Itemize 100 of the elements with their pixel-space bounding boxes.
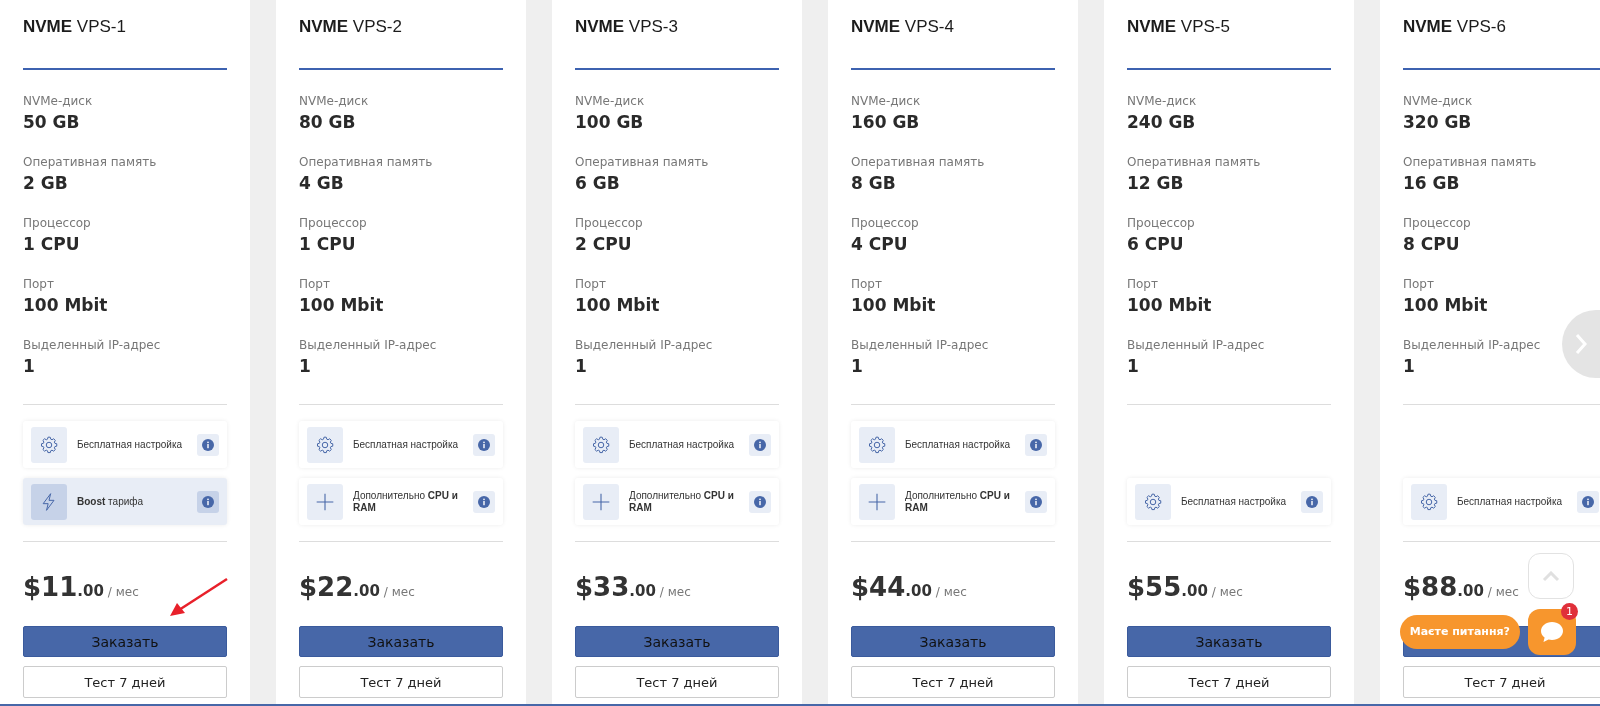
feature-label: Бесплатная настройка: [629, 438, 736, 451]
spec-label: Выделенный IP-адрес: [1403, 337, 1541, 354]
trial-button[interactable]: Тест 7 дней: [299, 666, 503, 698]
info-button[interactable]: [749, 490, 771, 513]
spec-label: Оперативная память: [851, 154, 985, 171]
spec-value: 100 GB: [575, 111, 644, 134]
price-cents: .00: [1457, 581, 1484, 602]
gear-icon: [315, 434, 335, 455]
spec-label: Выделенный IP-адрес: [23, 337, 161, 354]
plus-icon: [591, 491, 611, 512]
price-cents: .00: [77, 581, 104, 602]
info-icon: [1582, 495, 1594, 508]
info-icon: [478, 495, 490, 508]
gear-icon: [1143, 491, 1163, 512]
price-amount: $55: [1127, 572, 1182, 602]
price-period: / мес: [935, 584, 967, 601]
price-amount: $11: [23, 572, 78, 602]
price-cents: .00: [905, 581, 932, 602]
spec-value: 8 CPU: [1403, 233, 1460, 256]
spec-value: 1 CPU: [23, 233, 80, 256]
spec-value: 100 Mbit: [23, 294, 108, 317]
info-button[interactable]: [1025, 433, 1047, 456]
spec-label: Выделенный IP-адрес: [851, 337, 989, 354]
feature-label: Дополнительно CPU и RAM: [905, 489, 1011, 514]
spec-value: 1: [851, 355, 863, 378]
spec-label: Оперативная память: [299, 154, 433, 171]
spec-value: 240 GB: [1127, 111, 1196, 134]
info-icon: [1030, 438, 1042, 451]
spec-value: 80 GB: [299, 111, 356, 134]
spec-label: NVMe-диск: [299, 93, 369, 110]
info-button[interactable]: [749, 433, 771, 456]
info-button[interactable]: [197, 433, 219, 456]
info-button[interactable]: [197, 490, 219, 513]
feature-label: Дополнительно CPU и RAM: [629, 489, 735, 514]
chevron-up-icon: [1542, 570, 1560, 582]
trial-button[interactable]: Тест 7 дней: [1127, 666, 1331, 698]
info-button[interactable]: [1577, 490, 1599, 513]
plan-title: NVME VPS-5: [1127, 16, 1231, 38]
gear-icon: [1419, 491, 1439, 512]
spec-label: NVMe-диск: [851, 93, 921, 110]
info-button[interactable]: [473, 433, 495, 456]
info-icon: [478, 438, 490, 451]
spec-label: Порт: [1127, 276, 1158, 293]
spec-label: NVMe-диск: [1403, 93, 1473, 110]
spec-label: Порт: [851, 276, 882, 293]
spec-label: Процессор: [1127, 215, 1195, 232]
spec-label: Порт: [575, 276, 606, 293]
plan-title: NVME VPS-4: [851, 16, 955, 38]
spec-value: 6 CPU: [1127, 233, 1184, 256]
feature-label: Бесплатная настройка: [905, 438, 1012, 451]
spec-label: Процессор: [1403, 215, 1471, 232]
price-cents: .00: [353, 581, 380, 602]
gear-icon: [867, 434, 887, 455]
price-amount: $22: [299, 572, 354, 602]
feature-label: Бесплатная настройка: [353, 438, 460, 451]
spec-value: 100 Mbit: [575, 294, 660, 317]
price-amount: $44: [851, 572, 906, 602]
spec-value: 6 GB: [575, 172, 620, 195]
info-icon: [202, 438, 214, 451]
trial-button[interactable]: Тест 7 дней: [851, 666, 1055, 698]
spec-label: Процессор: [23, 215, 91, 232]
price-period: / мес: [107, 584, 139, 601]
trial-button[interactable]: Тест 7 дней: [1403, 666, 1600, 698]
price-cents: .00: [1181, 581, 1208, 602]
gear-icon: [591, 434, 611, 455]
spec-value: 4 CPU: [851, 233, 908, 256]
feature-label: Бесплатная настройка: [1181, 495, 1288, 508]
spec-value: 16 GB: [1403, 172, 1460, 195]
speech-bubble-icon: [1539, 620, 1565, 644]
price-period: / мес: [659, 584, 691, 601]
spec-label: NVMe-диск: [1127, 93, 1197, 110]
spec-value: 100 Mbit: [299, 294, 384, 317]
feature-label: Бесплатная настройка: [1457, 495, 1564, 508]
spec-label: Процессор: [299, 215, 367, 232]
info-icon: [1030, 495, 1042, 508]
price-period: / мес: [1211, 584, 1243, 601]
info-icon: [754, 438, 766, 451]
spec-label: Оперативная память: [575, 154, 709, 171]
spec-value: 12 GB: [1127, 172, 1184, 195]
trial-button[interactable]: Тест 7 дней: [575, 666, 779, 698]
price-amount: $88: [1403, 572, 1458, 602]
spec-value: 8 GB: [851, 172, 896, 195]
spec-label: Порт: [299, 276, 330, 293]
chat-button[interactable]: [1528, 609, 1576, 655]
spec-value: 4 GB: [299, 172, 344, 195]
price-amount: $33: [575, 572, 630, 602]
spec-label: NVMe-диск: [23, 93, 93, 110]
info-button[interactable]: [1301, 490, 1323, 513]
spec-value: 160 GB: [851, 111, 920, 134]
info-button[interactable]: [473, 490, 495, 513]
spec-value: 1: [299, 355, 311, 378]
trial-button[interactable]: Тест 7 дней: [23, 666, 227, 698]
plan-title: NVME VPS-1: [23, 16, 127, 38]
plus-icon: [867, 491, 887, 512]
info-button[interactable]: [1025, 490, 1047, 513]
gear-icon: [39, 434, 59, 455]
spec-value: 50 GB: [23, 111, 80, 134]
spec-label: Процессор: [575, 215, 643, 232]
spec-label: NVMe-диск: [575, 93, 645, 110]
spec-value: 1: [23, 355, 35, 378]
